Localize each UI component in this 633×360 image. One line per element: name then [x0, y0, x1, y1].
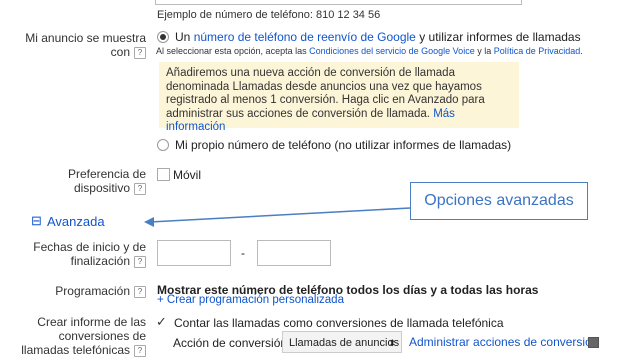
help-icon[interactable]: ?: [134, 285, 146, 298]
dates-label-line2: finalización: [70, 254, 130, 268]
conversion-action-select[interactable]: Llamadas de anuncios ⬍: [282, 331, 402, 353]
conversion-action-label: Acción de conversión: [173, 336, 288, 350]
date-separator: -: [241, 246, 245, 260]
start-date-input[interactable]: [157, 240, 231, 266]
conversions-label-line2: conversiones de: [58, 329, 146, 343]
annotation-arrow: [144, 207, 411, 227]
create-schedule-link[interactable]: + Crear programación personalizada: [157, 294, 344, 306]
schedule-label-text: Programación: [55, 284, 130, 298]
schedule-label: Programación?: [20, 284, 146, 298]
end-date-input[interactable]: [257, 240, 331, 266]
help-icon[interactable]: ?: [134, 344, 146, 357]
dates-label: Fechas de inicio y de finalización?: [10, 240, 146, 268]
conversions-label: Crear informe de las conversiones de lla…: [10, 315, 146, 357]
help-icon[interactable]: ?: [134, 255, 146, 268]
select-arrows-icon: ⬍: [388, 338, 396, 348]
external-link-icon: [588, 337, 599, 348]
count-calls-checkbox[interactable]: ✓: [156, 314, 167, 330]
advanced-options-annotation: Opciones avanzadas: [410, 182, 588, 220]
conversions-label-line1: Crear informe de las: [37, 315, 146, 329]
manage-conversions-link[interactable]: Administrar acciones de conversión: [409, 335, 598, 349]
count-calls-text: Contar las llamadas como conversiones de…: [174, 316, 504, 330]
conversion-action-select-value: Llamadas de anuncios: [289, 337, 400, 349]
dates-label-line1: Fechas de inicio y de: [33, 240, 146, 254]
conversions-label-line3: llamadas telefónicas: [21, 343, 130, 357]
